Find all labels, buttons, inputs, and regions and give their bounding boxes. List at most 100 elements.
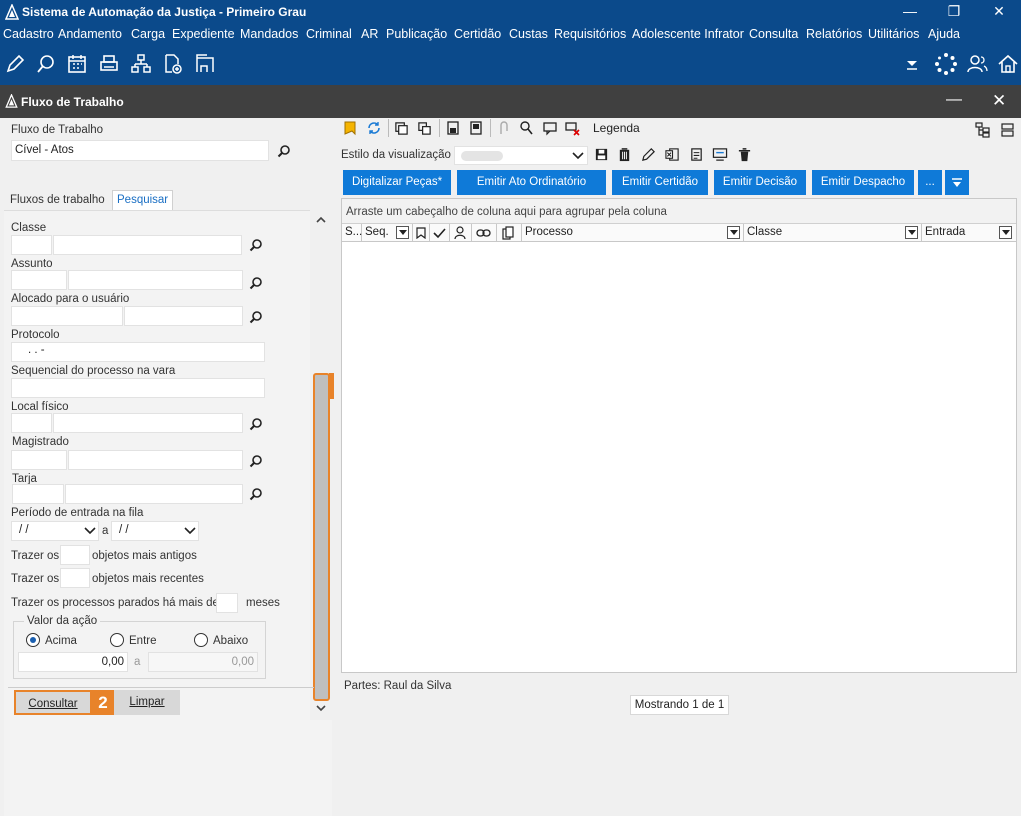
menu-andamento[interactable]: Andamento (58, 27, 122, 41)
menu-cadastro[interactable]: Cadastro (3, 27, 54, 41)
digitalizar-pecas-button[interactable]: Digitalizar Peças* (343, 170, 451, 195)
consultar-button[interactable]: Consultar (14, 690, 92, 715)
local-fisico-name-input[interactable] (53, 413, 243, 433)
subwindow-close-button[interactable]: ✕ (992, 91, 1006, 111)
message-icon[interactable] (542, 120, 558, 136)
tab-pesquisar[interactable]: Pesquisar (112, 190, 174, 210)
list-view-icon[interactable] (999, 122, 1015, 138)
lock-document-icon[interactable] (445, 120, 461, 136)
antigos-count-input[interactable] (60, 545, 90, 565)
col-classe[interactable]: Classe (744, 224, 922, 242)
magistrado-search-icon[interactable] (249, 454, 263, 468)
search-chat-icon[interactable] (34, 52, 58, 76)
menu-publicacao[interactable]: Publicação (386, 27, 447, 41)
emitir-certidao-button[interactable]: Emitir Certidão (612, 170, 708, 195)
tarja-code-input[interactable] (12, 484, 64, 504)
export-excel-icon[interactable] (665, 147, 680, 162)
users-icon[interactable] (965, 52, 989, 76)
col-bookmark[interactable] (413, 224, 430, 242)
tarja-search-icon[interactable] (249, 487, 263, 501)
menu-carga[interactable]: Carga (131, 27, 165, 41)
refresh-icon[interactable] (366, 120, 382, 136)
edit-icon[interactable] (3, 52, 27, 76)
radio-entre[interactable] (110, 633, 124, 647)
valor-min-input[interactable]: 0,00 (18, 652, 128, 672)
classe-search-icon[interactable] (249, 238, 263, 252)
duplicate-icon[interactable] (417, 121, 432, 136)
col-documents[interactable] (497, 224, 522, 242)
recentes-count-input[interactable] (60, 568, 90, 588)
subwindow-minimize-button[interactable]: — (946, 91, 962, 109)
document-icon[interactable] (689, 147, 704, 162)
copy-icon[interactable] (394, 121, 409, 136)
process-grid[interactable]: Arraste um cabeçalho de coluna aqui para… (341, 198, 1017, 673)
local-fisico-search-icon[interactable] (249, 417, 263, 431)
magistrado-name-input[interactable] (68, 450, 243, 470)
menu-custas[interactable]: Custas (509, 27, 548, 41)
alocado-search-icon[interactable] (249, 310, 263, 324)
assunto-code-input[interactable] (11, 270, 67, 290)
menu-consulta[interactable]: Consulta (749, 27, 798, 41)
folder-new-icon[interactable] (343, 120, 359, 136)
protocolo-input[interactable]: . . - (11, 342, 265, 362)
menu-certidao[interactable]: Certidão (454, 27, 501, 41)
trash-icon[interactable] (737, 147, 752, 162)
fluxo-search-icon[interactable] (277, 144, 291, 158)
minimize-button[interactable]: — (888, 0, 932, 24)
group-by-area[interactable]: Arraste um cabeçalho de coluna aqui para… (342, 199, 1016, 224)
menu-relatorios[interactable]: Relatórios (806, 27, 862, 41)
tab-fluxos-de-trabalho[interactable]: Fluxos de trabalho (10, 194, 105, 206)
processo-filter-dropdown[interactable] (727, 226, 740, 239)
hierarchy-icon[interactable] (129, 52, 153, 76)
col-assignee[interactable] (450, 224, 472, 242)
fluxo-select[interactable]: Cível - Atos (11, 140, 269, 161)
search-document-icon[interactable] (518, 120, 534, 136)
parados-months-input[interactable] (216, 593, 238, 613)
actions-dropdown-button[interactable] (945, 170, 969, 195)
message-delete-icon[interactable] (564, 120, 580, 136)
seq-filter-dropdown[interactable] (396, 226, 409, 239)
col-check[interactable] (430, 224, 450, 242)
classe-filter-dropdown[interactable] (905, 226, 918, 239)
menu-expediente[interactable]: Expediente (172, 27, 235, 41)
home-icon[interactable] (996, 52, 1020, 76)
unlock-document-icon[interactable] (468, 120, 484, 136)
print-icon[interactable] (97, 52, 121, 76)
toolbar-dropdown-icon[interactable] (900, 52, 924, 76)
restore-button[interactable]: ❐ (932, 0, 976, 24)
save-as-icon[interactable] (617, 147, 632, 162)
calendar-icon[interactable] (65, 52, 89, 76)
entrada-filter-dropdown[interactable] (999, 226, 1012, 239)
radio-abaixo[interactable] (194, 633, 208, 647)
close-button[interactable]: ✕ (977, 0, 1021, 24)
assunto-name-input[interactable] (68, 270, 243, 290)
menu-adolescente-infrator[interactable]: Adolescente Infrator (632, 27, 744, 41)
magistrado-code-input[interactable] (11, 450, 67, 470)
estilo-visualizacao-select[interactable] (454, 146, 588, 165)
menu-mandados[interactable]: Mandados (240, 27, 298, 41)
legenda-label[interactable]: Legenda (593, 121, 640, 135)
valor-max-input[interactable]: 0,00 (148, 652, 258, 672)
assunto-search-icon[interactable] (249, 276, 263, 290)
scrollbar-thumb[interactable] (313, 373, 330, 701)
periodo-end-date[interactable]: / / (111, 521, 199, 541)
local-fisico-code-input[interactable] (11, 413, 52, 433)
scroll-down-icon[interactable] (316, 705, 326, 712)
col-link[interactable] (472, 224, 497, 242)
edit-view-icon[interactable] (641, 147, 656, 162)
tree-view-icon[interactable] (975, 122, 991, 138)
alocado-name-input[interactable] (124, 306, 243, 326)
sequencial-input[interactable] (11, 378, 265, 398)
menu-requisitorios[interactable]: Requisitórios (554, 27, 626, 41)
classe-code-input[interactable] (11, 235, 52, 255)
add-document-icon[interactable] (161, 52, 185, 76)
classe-name-input[interactable] (53, 235, 242, 255)
menu-utilitarios[interactable]: Utilitários (868, 27, 919, 41)
tarja-name-input[interactable] (65, 484, 243, 504)
scroll-up-icon[interactable] (316, 216, 326, 223)
screen-icon[interactable] (712, 147, 728, 162)
limpar-button[interactable]: Limpar (114, 690, 180, 715)
menu-ar[interactable]: AR (361, 27, 378, 41)
emitir-decisao-button[interactable]: Emitir Decisão (714, 170, 806, 195)
emitir-despacho-button[interactable]: Emitir Despacho (812, 170, 914, 195)
